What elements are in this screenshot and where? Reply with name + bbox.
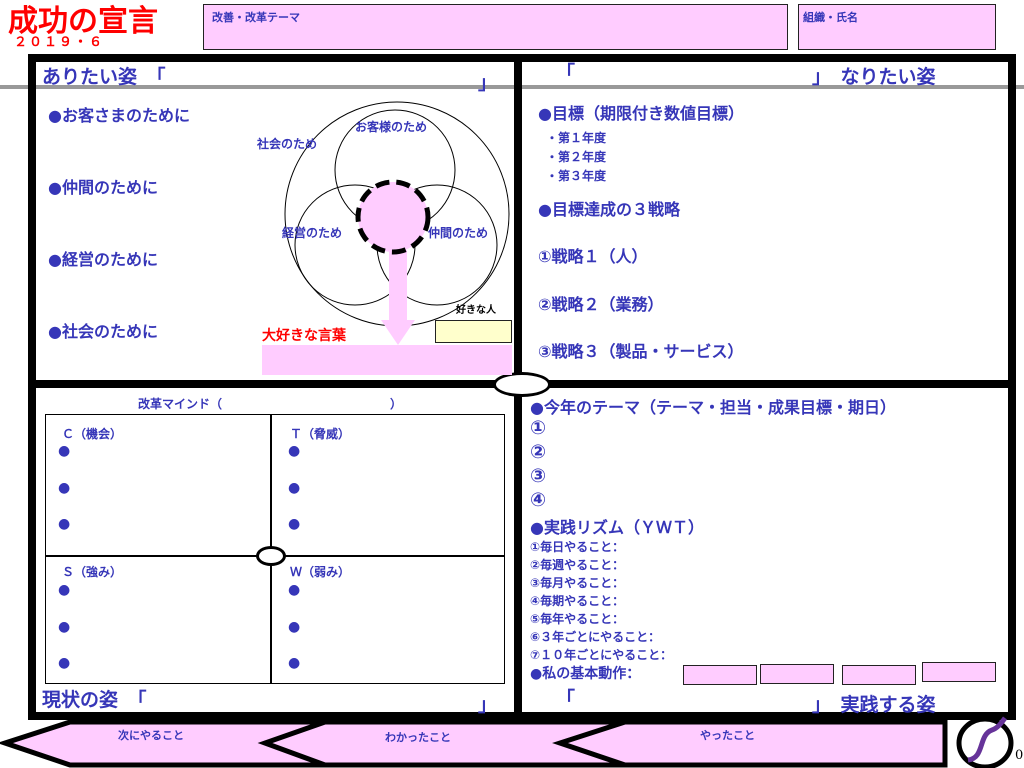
learned-label: わかったこと [385, 731, 451, 744]
next-label: 次にやること [118, 729, 184, 742]
done-label: やったこと [700, 729, 755, 742]
footer-arrows [0, 716, 1014, 768]
cycle-icon [956, 716, 1014, 768]
page-number: 0 [1015, 748, 1024, 763]
